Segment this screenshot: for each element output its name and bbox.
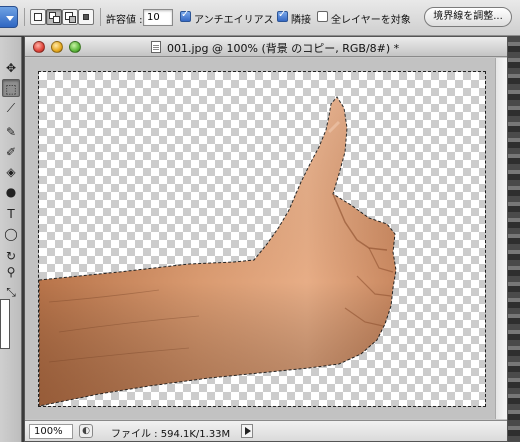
document-title: 001.jpg @ 100% (背景 のコピー, RGB/8#) * xyxy=(167,42,400,55)
document-icon xyxy=(151,41,161,53)
sample-all-layers-label: 全レイヤーを対象 xyxy=(331,15,411,26)
antialias-label: アンチエイリアス xyxy=(194,15,274,26)
new-selection-button[interactable] xyxy=(30,9,46,25)
tool-preset-picker[interactable] xyxy=(0,6,18,28)
type-tool-icon[interactable]: T xyxy=(2,205,20,223)
quick-selection-tool-icon[interactable]: ⬚ xyxy=(2,79,20,97)
contiguous-label: 隣接 xyxy=(291,15,311,26)
background-color-swatch[interactable] xyxy=(0,299,10,349)
move-tool-icon[interactable]: ✥ xyxy=(2,59,20,77)
paint-bucket-tool-icon[interactable]: ◈ xyxy=(2,163,20,181)
status-options-icon[interactable]: ◐ xyxy=(79,424,93,438)
sample-all-layers-checkbox[interactable] xyxy=(317,11,328,22)
add-to-selection-button[interactable] xyxy=(46,9,62,25)
chevron-down-icon xyxy=(6,16,14,21)
antialias-checkbox[interactable] xyxy=(180,9,191,22)
file-size-info: ファイル : 594.1K/1.33M xyxy=(111,429,231,440)
document-titlebar[interactable]: 001.jpg @ 100% (背景 のコピー, RGB/8#) * xyxy=(25,37,507,57)
close-window-button[interactable] xyxy=(33,41,45,53)
history-brush-tool-icon[interactable]: ✐ xyxy=(2,143,20,161)
eyedropper-tool-icon[interactable]: ⟋ xyxy=(2,99,20,117)
background-window-strip xyxy=(508,36,520,442)
thumbs-up-photo xyxy=(39,96,397,406)
divider xyxy=(24,8,25,26)
toolbox: ✥ ⬚ ⟋ ✎ ✐ ◈ ● T ◯ ↻ ⚲ ⤡ xyxy=(0,37,22,442)
canvas-area xyxy=(25,58,507,419)
zoom-level-field[interactable]: 100% xyxy=(29,424,73,439)
subtract-from-selection-button[interactable] xyxy=(62,9,78,25)
contiguous-checkbox[interactable] xyxy=(277,9,288,22)
ellipse-tool-icon[interactable]: ◯ xyxy=(2,225,20,243)
tolerance-input[interactable]: 10 xyxy=(143,9,173,26)
options-bar: 許容値 : 10 アンチエイリアス 隣接 全レイヤーを対象 境界線を調整... xyxy=(0,0,520,36)
zoom-tool-icon[interactable]: ⚲ xyxy=(2,263,20,281)
brush-tool-icon[interactable]: ✎ xyxy=(2,123,20,141)
burn-tool-icon[interactable]: ● xyxy=(2,183,20,201)
document-window: 001.jpg @ 100% (背景 のコピー, RGB/8#) * 100% … xyxy=(24,36,508,442)
minimize-window-button[interactable] xyxy=(51,41,63,53)
divider xyxy=(100,8,101,26)
status-bar: 100% ◐ ファイル : 594.1K/1.33M xyxy=(25,420,507,441)
image-canvas[interactable] xyxy=(38,71,486,407)
vertical-scrollbar[interactable] xyxy=(495,58,507,419)
refine-edge-button[interactable]: 境界線を調整... xyxy=(424,7,512,27)
status-menu-arrow-icon[interactable] xyxy=(241,424,253,438)
intersect-selection-button[interactable] xyxy=(78,9,94,25)
zoom-window-button[interactable] xyxy=(69,41,81,53)
tolerance-label: 許容値 : xyxy=(106,15,143,26)
